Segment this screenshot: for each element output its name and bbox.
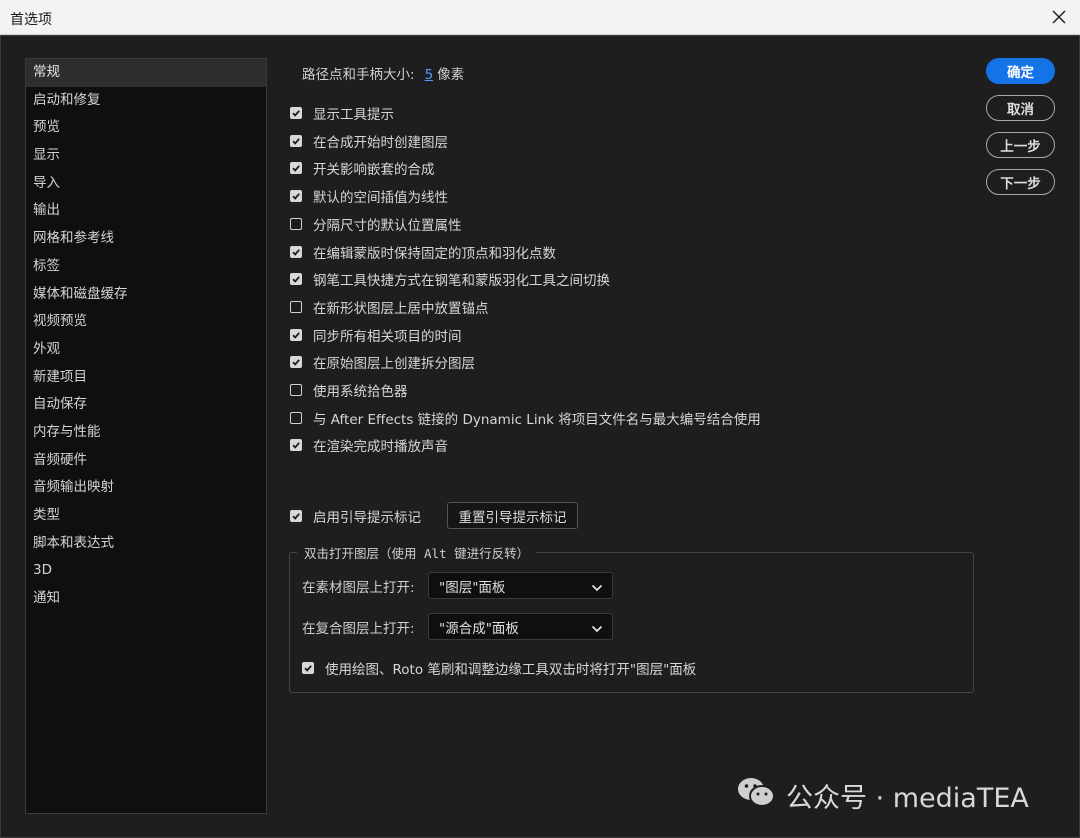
sidebar-item-audio-output-mapping[interactable]: 音频输出映射 <box>26 474 266 502</box>
option-row[interactable]: 在原始图层上创建拆分图层 <box>290 352 475 372</box>
option-row[interactable]: 与 After Effects 链接的 Dynamic Link 将项目文件名与… <box>290 408 761 428</box>
checkbox[interactable] <box>290 273 302 286</box>
option-label: 与 After Effects 链接的 Dynamic Link 将项目文件名与… <box>313 411 761 428</box>
checkbox[interactable] <box>290 190 302 203</box>
option-row[interactable]: 钢笔工具快捷方式在钢笔和蒙版羽化工具之间切换 <box>290 269 610 289</box>
option-label: 在原始图层上创建拆分图层 <box>313 356 475 373</box>
sidebar-item-auto-save[interactable]: 自动保存 <box>26 391 266 419</box>
sidebar-item-display[interactable]: 显示 <box>26 142 266 170</box>
title-bar: 首选项 <box>0 0 1080 35</box>
checkbox[interactable] <box>290 356 302 369</box>
sidebar-item-appearance[interactable]: 外观 <box>26 336 266 364</box>
sidebar-item-labels[interactable]: 标签 <box>26 253 266 281</box>
sidebar-item-scripting-expressions[interactable]: 脚本和表达式 <box>26 530 266 558</box>
sidebar-item-output[interactable]: 输出 <box>26 197 266 225</box>
option-row[interactable]: 显示工具提示 <box>290 103 394 123</box>
option-label: 默认的空间插值为线性 <box>313 190 448 207</box>
sidebar-item-3d[interactable]: 3D <box>26 557 266 585</box>
ok-button[interactable]: 确定 <box>986 58 1055 84</box>
sidebar-item-startup-repair[interactable]: 启动和修复 <box>26 87 266 115</box>
checkbox[interactable] <box>290 384 302 396</box>
sidebar-item-general[interactable]: 常规 <box>26 59 266 87</box>
chevron-down-icon <box>591 581 603 597</box>
checkbox[interactable] <box>290 411 302 424</box>
group-legend: 双击打开图层（使用 Alt 键进行反转） <box>297 543 537 562</box>
checkbox[interactable] <box>290 162 302 175</box>
category-sidebar: 常规 启动和修复 预览 显示 导入 输出 网格和参考线 标签 媒体和磁盘缓存 视… <box>25 58 267 814</box>
footage-open-dropdown[interactable]: "图层"面板 <box>428 572 613 599</box>
comp-open-label: 在复合图层上打开: <box>302 621 415 637</box>
path-size-label: 路径点和手柄大小: <box>302 67 415 83</box>
paint-tools-label: 使用绘图、Roto 笔刷和调整边缘工具双击时将打开"图层"面板 <box>325 662 697 678</box>
checkbox[interactable] <box>290 439 302 452</box>
checkbox[interactable] <box>290 300 302 313</box>
footage-open-label: 在素材图层上打开: <box>302 580 415 596</box>
next-button[interactable]: 下一步 <box>986 169 1055 195</box>
option-label: 在合成开始时创建图层 <box>313 134 448 151</box>
sidebar-item-type[interactable]: 类型 <box>26 502 266 530</box>
sidebar-item-previews[interactable]: 预览 <box>26 114 266 142</box>
option-label: 在新形状图层上居中放置锚点 <box>313 300 489 317</box>
checkbox[interactable] <box>290 217 302 230</box>
option-label: 在编辑蒙版时保持固定的顶点和羽化点数 <box>313 245 556 262</box>
comp-open-value: "源合成"面板 <box>439 620 519 637</box>
checkbox[interactable] <box>290 107 302 119</box>
option-label: 在渲染完成时播放声音 <box>313 439 448 456</box>
sidebar-item-audio-hardware[interactable]: 音频硬件 <box>26 447 266 475</box>
window-title: 首选项 <box>10 12 52 28</box>
previous-button[interactable]: 上一步 <box>986 132 1055 158</box>
option-label: 分隔尺寸的默认位置属性 <box>313 217 462 234</box>
option-label: 使用系统拾色器 <box>313 384 408 400</box>
checkbox[interactable] <box>290 328 302 341</box>
footage-open-value: "图层"面板 <box>439 579 506 596</box>
checkbox[interactable] <box>290 510 302 522</box>
sidebar-item-notifications[interactable]: 通知 <box>26 585 266 613</box>
checkbox[interactable] <box>302 662 314 674</box>
chevron-down-icon <box>591 622 603 638</box>
reset-guide-hints-button[interactable]: 重置引导提示标记 <box>447 502 578 529</box>
comp-open-dropdown[interactable]: "源合成"面板 <box>428 613 613 640</box>
path-size-value[interactable]: 5 <box>425 67 434 83</box>
option-row[interactable]: 在合成开始时创建图层 <box>290 131 448 151</box>
paint-tools-option[interactable]: 使用绘图、Roto 笔刷和调整边缘工具双击时将打开"图层"面板 <box>302 658 696 678</box>
guide-hints-label: 启用引导提示标记 <box>313 510 421 526</box>
path-size-setting: 路径点和手柄大小: 5 像素 <box>302 63 464 83</box>
option-row[interactable]: 在新形状图层上居中放置锚点 <box>290 297 489 317</box>
option-row[interactable]: 在渲染完成时播放声音 <box>290 435 448 455</box>
wechat-icon <box>736 775 776 816</box>
sidebar-item-memory-performance[interactable]: 内存与性能 <box>26 419 266 447</box>
sidebar-item-video-preview[interactable]: 视频预览 <box>26 308 266 336</box>
checkbox[interactable] <box>290 245 302 258</box>
option-label: 同步所有相关项目的时间 <box>313 328 462 345</box>
option-row[interactable]: 开关影响嵌套的合成 <box>290 158 435 178</box>
option-label: 钢笔工具快捷方式在钢笔和蒙版羽化工具之间切换 <box>313 273 610 290</box>
option-row[interactable]: 使用系统拾色器 <box>290 380 408 400</box>
watermark-text: 公众号 · mediaTEA <box>786 783 1029 814</box>
close-icon[interactable] <box>1048 6 1070 28</box>
cancel-button[interactable]: 取消 <box>986 95 1055 121</box>
option-label: 显示工具提示 <box>313 107 394 123</box>
guide-hints-option[interactable]: 启用引导提示标记 <box>290 506 421 526</box>
sidebar-item-grids-guides[interactable]: 网格和参考线 <box>26 225 266 253</box>
path-size-unit: 像素 <box>437 67 465 83</box>
watermark: 公众号 · mediaTEA <box>736 775 1029 816</box>
checkbox[interactable] <box>290 134 302 147</box>
sidebar-item-media-cache[interactable]: 媒体和磁盘缓存 <box>26 281 266 309</box>
sidebar-item-import[interactable]: 导入 <box>26 170 266 198</box>
option-row[interactable]: 分隔尺寸的默认位置属性 <box>290 214 462 234</box>
option-label: 开关影响嵌套的合成 <box>313 162 435 179</box>
option-row[interactable]: 默认的空间插值为线性 <box>290 186 448 206</box>
sidebar-item-new-project[interactable]: 新建项目 <box>26 364 266 392</box>
option-row[interactable]: 在编辑蒙版时保持固定的顶点和羽化点数 <box>290 242 556 262</box>
option-row[interactable]: 同步所有相关项目的时间 <box>290 325 462 345</box>
